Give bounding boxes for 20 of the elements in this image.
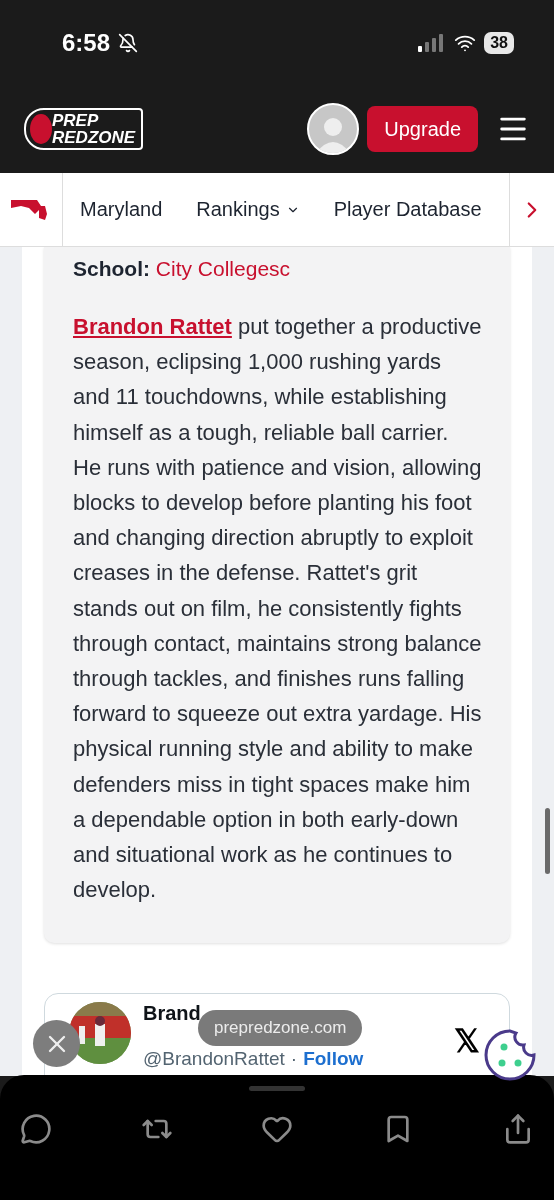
grab-handle[interactable]	[249, 1086, 305, 1091]
user-avatar[interactable]	[307, 103, 360, 155]
player-bio: Brandon Rattet put together a productive season, eclipsing 1,000 rushing yards and 11 touchdowns, while establishing himself as a tough, reliable ball carrier. He runs with patience and vision, allowing blocks to develop before planting his foot and changing direction abruptly to exploit creases in the defense. Rattet's grit stands out on film, he consistently fights through contact, maintains strong balance through tackles, and finishes runs falling forward to squeeze out extra yardage. His physical running style and ability to make defenders miss in tight spaces make him a dependable option in both early-down and situational work as he continues to develop.	[73, 313, 482, 905]
school-line: School: City Collegesc	[73, 256, 292, 282]
scrollbar	[545, 808, 550, 874]
source-logo: 𝕏	[454, 1022, 480, 1060]
reply-icon[interactable]	[20, 1113, 52, 1145]
upgrade-button[interactable]: Upgrade	[367, 106, 478, 152]
author-handle: @BrandonRattet	[143, 1048, 285, 1071]
bell-off-icon	[118, 32, 139, 53]
battery-level: 38	[484, 31, 514, 54]
follow-link[interactable]: Follow	[303, 1048, 364, 1071]
status-time: 6:58	[62, 28, 111, 57]
nav-link[interactable]: Maryland	[63, 198, 180, 221]
separator-dot: ·	[290, 1048, 298, 1071]
nav-link[interactable]: Rankings	[179, 198, 317, 221]
prep-redzone-logo[interactable]: PREP REDZONE	[24, 108, 144, 150]
nav-link[interactable]: Player Database	[316, 198, 499, 221]
player-link[interactable]: Brandon Rattet	[73, 314, 232, 339]
cookie-icon[interactable]	[482, 1027, 538, 1083]
